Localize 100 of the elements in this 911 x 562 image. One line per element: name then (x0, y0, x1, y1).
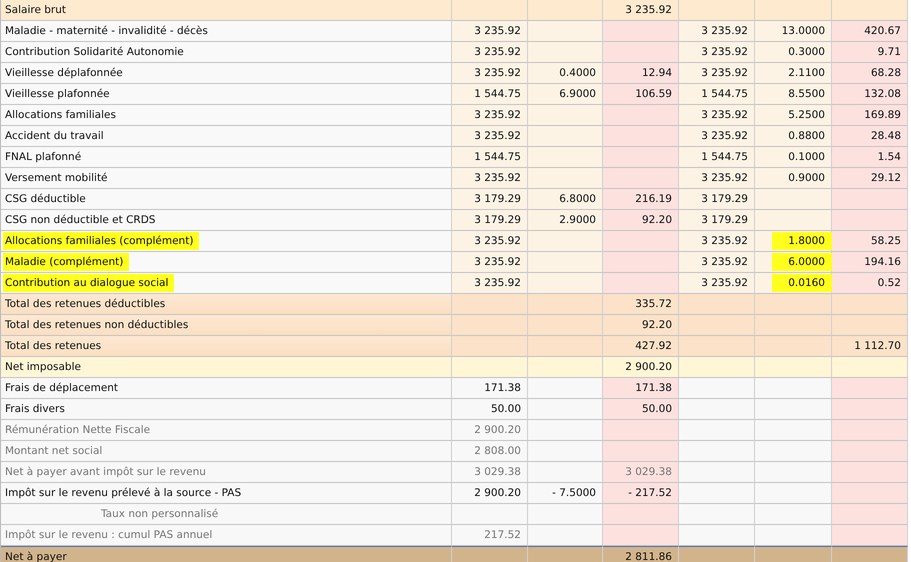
base-cell: 3 235.92 (679, 231, 755, 252)
label-cell: Versement mobilité (1, 168, 452, 189)
base-cell: 3 179.29 (452, 210, 528, 231)
rate-cell: 0.4000 (528, 63, 603, 84)
base-cell: 3 029.38 (452, 462, 528, 483)
base-cell: 3 235.92 (679, 126, 755, 147)
amount-cell: 28.48 (832, 126, 908, 147)
amount-cell: 3 029.38 (603, 462, 679, 483)
label-cell: Montant net social (1, 441, 452, 462)
highlighted-text: 1.8000 (772, 232, 833, 250)
base-cell: 3 235.92 (679, 63, 755, 84)
rate-cell: - 7.5000 (528, 483, 603, 504)
base-cell: 1 544.75 (452, 147, 528, 168)
rate-cell: 2.1100 (755, 63, 832, 84)
rate-cell: 6.9000 (528, 84, 603, 105)
base-cell: 3 235.92 (452, 231, 528, 252)
amount-cell: 50.00 (603, 399, 679, 420)
amount-cell: 2 811.86 (603, 546, 679, 562)
base-cell: 3 235.92 (452, 252, 528, 273)
base-cell: 3 235.92 (679, 252, 755, 273)
base-cell: 3 235.92 (452, 126, 528, 147)
label-cell: Total des retenues non déductibles (1, 315, 452, 336)
amount-cell: 58.25 (832, 231, 908, 252)
base-cell: 3 235.92 (452, 105, 528, 126)
rate-cell: 13.0000 (755, 21, 832, 42)
base-cell: 3 235.92 (452, 63, 528, 84)
label-cell: Rémunération Nette Fiscale (1, 420, 452, 441)
rate-cell: 0.8800 (755, 126, 832, 147)
base-cell: 3 235.92 (452, 168, 528, 189)
amount-cell: 106.59 (603, 84, 679, 105)
base-cell: 3 235.92 (679, 273, 755, 294)
label-cell: Contribution Solidarité Autonomie (1, 42, 452, 63)
label-cell: Net imposable (1, 357, 452, 378)
base-cell: 171.38 (452, 378, 528, 399)
amount-cell: 92.20 (603, 210, 679, 231)
amount-cell: 2 900.20 (603, 357, 679, 378)
label-cell: Frais divers (1, 399, 452, 420)
rate-cell: 0.1000 (755, 147, 832, 168)
label-cell: Vieillesse plafonnée (1, 84, 452, 105)
amount-cell: 194.16 (832, 252, 908, 273)
base-cell: 3 235.92 (452, 21, 528, 42)
amount-cell: 3 235.92 (603, 0, 679, 21)
highlighted-text: 6.0000 (772, 253, 833, 271)
label-cell: CSG non déductible et CRDS (1, 210, 452, 231)
base-cell: 3 179.29 (679, 189, 755, 210)
amount-cell: 132.08 (832, 84, 908, 105)
base-cell: 3 179.29 (452, 189, 528, 210)
label-cell: Salaire brut (1, 0, 452, 21)
rate-cell: 2.9000 (528, 210, 603, 231)
base-cell: 1 544.75 (679, 147, 755, 168)
base-cell: 3 235.92 (452, 42, 528, 63)
label-cell: Maladie - maternité - invalidité - décès (1, 21, 452, 42)
base-cell: 1 544.75 (452, 84, 528, 105)
amount-cell: 216.19 (603, 189, 679, 210)
highlighted-text: Contribution au dialogue social (3, 274, 174, 292)
label-cell: Impôt sur le revenu prélevé à la source - PAS (1, 483, 452, 504)
label-cell: FNAL plafonné (1, 147, 452, 168)
base-cell: 50.00 (452, 399, 528, 420)
label-cell: Total des retenues (1, 336, 452, 357)
amount-cell: 420.67 (832, 21, 908, 42)
rate-cell: 6.8000 (528, 189, 603, 210)
base-cell: 2 900.20 (452, 483, 528, 504)
amount-cell: 171.38 (603, 378, 679, 399)
base-cell: 3 235.92 (679, 42, 755, 63)
label-cell: Accident du travail (1, 126, 452, 147)
highlighted-text: Allocations familiales (complément) (3, 232, 200, 250)
amount-cell: 92.20 (603, 315, 679, 336)
label-cell: Taux non personnalisé (1, 504, 452, 525)
base-cell: 3 235.92 (452, 273, 528, 294)
base-cell: 1 544.75 (679, 84, 755, 105)
label-cell: Allocations familiales (1, 105, 452, 126)
label-cell: CSG déductible (1, 189, 452, 210)
base-cell: 2 900.20 (452, 420, 528, 441)
base-cell: 3 235.92 (679, 168, 755, 189)
base-cell: 2 808.00 (452, 441, 528, 462)
rate-cell: 8.5500 (755, 84, 832, 105)
amount-cell: 1 112.70 (832, 336, 908, 357)
highlighted-text: Maladie (complément) (3, 253, 130, 271)
base-cell: 3 235.92 (679, 21, 755, 42)
base-cell: 3 179.29 (679, 210, 755, 231)
amount-cell: 68.28 (832, 63, 908, 84)
label-cell: Frais de déplacement (1, 378, 452, 399)
amount-cell: 29.12 (832, 168, 908, 189)
amount-cell: 335.72 (603, 294, 679, 315)
label-cell: Vieillesse déplafonnée (1, 63, 452, 84)
amount-cell: 169.89 (832, 105, 908, 126)
amount-cell: 12.94 (603, 63, 679, 84)
base-cell: 3 235.92 (679, 105, 755, 126)
rate-cell: 5.2500 (755, 105, 832, 126)
label-cell: Net à payer avant impôt sur le revenu (1, 462, 452, 483)
base-cell: 217.52 (452, 525, 528, 546)
label-cell: Impôt sur le revenu : cumul PAS annuel (1, 525, 452, 546)
amount-cell: 1.54 (832, 147, 908, 168)
highlighted-text: 0.0160 (772, 274, 833, 292)
rate-cell: 0.3000 (755, 42, 832, 63)
amount-cell: 427.92 (603, 336, 679, 357)
rate-cell: 0.9000 (755, 168, 832, 189)
amount-cell: 9.71 (832, 42, 908, 63)
amount-cell: 0.52 (832, 273, 908, 294)
label-cell: Total des retenues déductibles (1, 294, 452, 315)
